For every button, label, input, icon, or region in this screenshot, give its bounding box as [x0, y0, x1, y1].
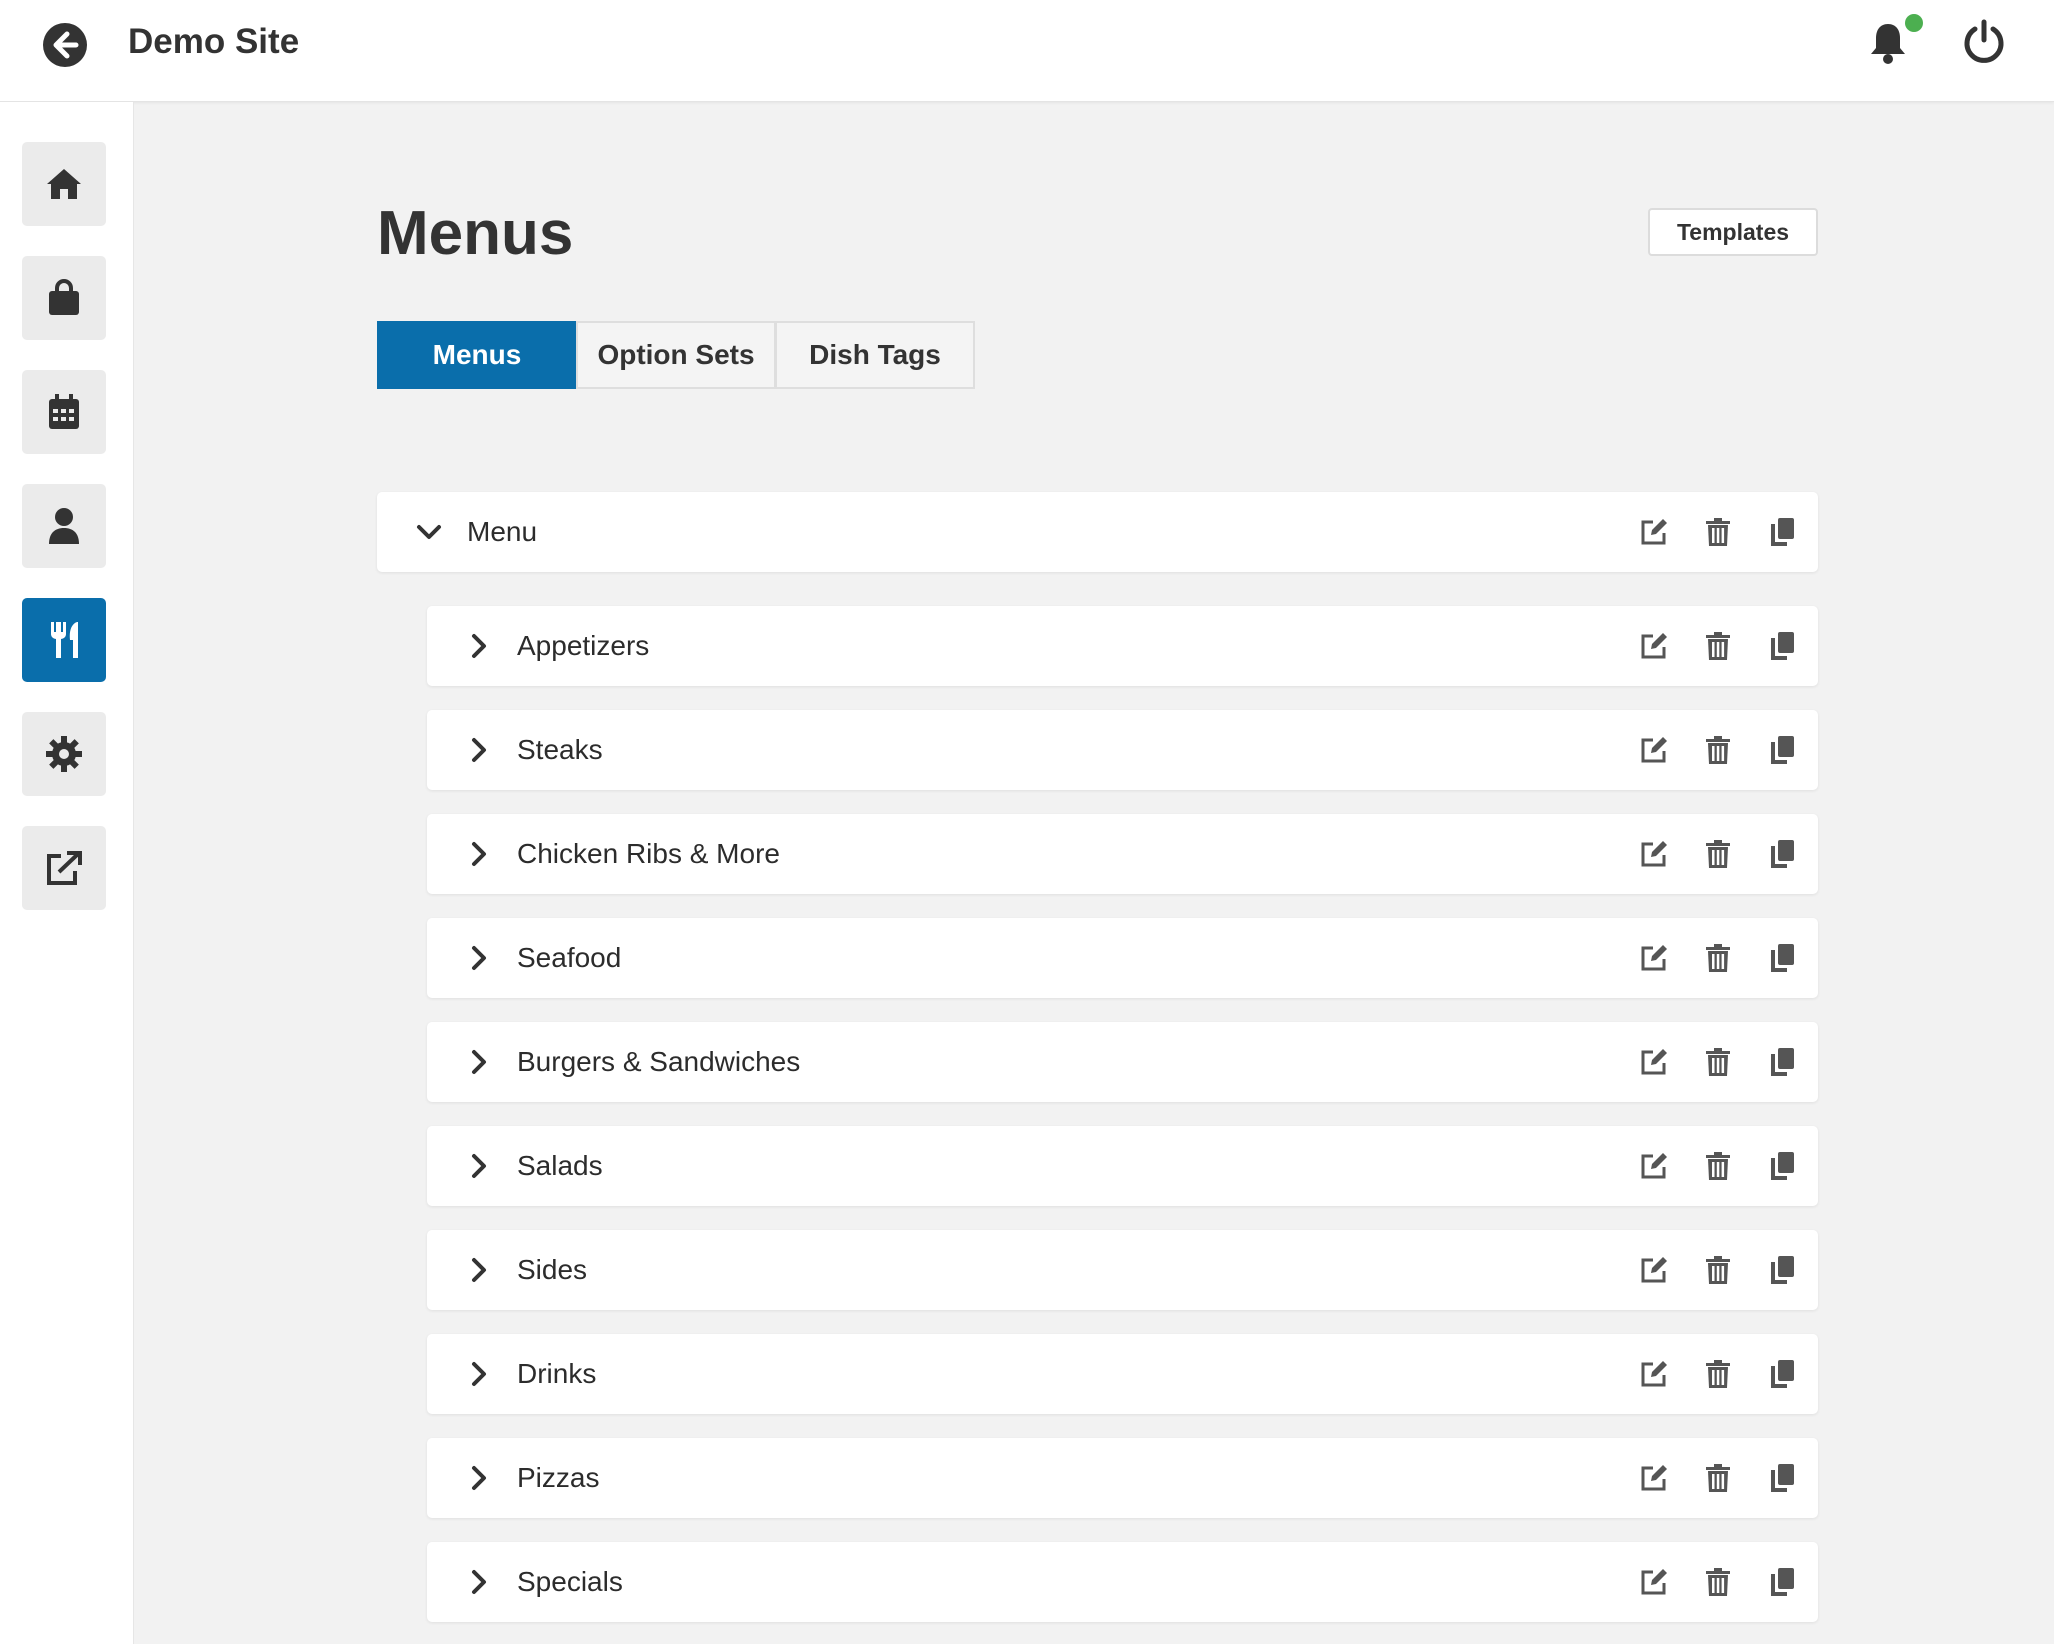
- category-label: Appetizers: [517, 630, 650, 661]
- category-row[interactable]: Pizzas: [427, 1438, 1818, 1518]
- chevron-right-icon[interactable]: [459, 1042, 499, 1082]
- calendar-icon: [49, 394, 79, 429]
- trash-icon[interactable]: [1698, 1354, 1738, 1394]
- edit-icon[interactable]: [1634, 730, 1674, 770]
- category-row[interactable]: Appetizers: [427, 606, 1818, 686]
- edit-icon[interactable]: [1634, 834, 1674, 874]
- sidebar-item-external[interactable]: [22, 826, 106, 910]
- category-label: Steaks: [517, 734, 603, 765]
- power-icon[interactable]: [1960, 18, 2008, 66]
- chevron-right-icon[interactable]: [459, 1458, 499, 1498]
- category-label: Pizzas: [517, 1462, 600, 1493]
- edit-icon[interactable]: [1634, 1250, 1674, 1290]
- chevron-right-icon[interactable]: [459, 1562, 499, 1602]
- category-row[interactable]: Chicken Ribs & More: [427, 814, 1818, 894]
- copy-icon[interactable]: [1762, 1250, 1802, 1290]
- sidebar: [0, 102, 134, 1644]
- sidebar-item-calendar[interactable]: [22, 370, 106, 454]
- sidebar-item-customers[interactable]: [22, 484, 106, 568]
- external-link-icon: [47, 851, 82, 885]
- menu-row-label: Menu: [467, 516, 538, 547]
- home-icon: [47, 169, 81, 199]
- copy-icon[interactable]: [1762, 730, 1802, 770]
- category-label: Chicken Ribs & More: [517, 838, 780, 869]
- edit-icon[interactable]: [1634, 1042, 1674, 1082]
- category-label: Drinks: [517, 1358, 597, 1389]
- category-row[interactable]: Drinks: [427, 1334, 1818, 1414]
- trash-icon[interactable]: [1698, 834, 1738, 874]
- chevron-down-icon[interactable]: [409, 512, 449, 552]
- trash-icon[interactable]: [1698, 1458, 1738, 1498]
- category-label: Specials: [517, 1566, 623, 1597]
- menu-row[interactable]: Menu: [377, 492, 1818, 572]
- sidebar-item-orders[interactable]: [22, 256, 106, 340]
- copy-icon[interactable]: [1762, 512, 1802, 552]
- trash-icon[interactable]: [1698, 512, 1738, 552]
- trash-icon[interactable]: [1698, 938, 1738, 978]
- tab-menus[interactable]: Menus: [377, 321, 577, 389]
- chevron-right-icon[interactable]: [459, 730, 499, 770]
- category-label: Salads: [517, 1150, 603, 1181]
- trash-icon[interactable]: [1698, 1042, 1738, 1082]
- copy-icon[interactable]: [1762, 1042, 1802, 1082]
- templates-button[interactable]: Templates: [1648, 208, 1818, 256]
- trash-icon[interactable]: [1698, 730, 1738, 770]
- copy-icon[interactable]: [1762, 938, 1802, 978]
- edit-icon[interactable]: [1634, 1354, 1674, 1394]
- user-icon: [49, 508, 79, 544]
- edit-icon[interactable]: [1634, 626, 1674, 666]
- category-label: Burgers & Sandwiches: [517, 1046, 801, 1077]
- edit-icon[interactable]: [1634, 512, 1674, 552]
- copy-icon[interactable]: [1762, 834, 1802, 874]
- copy-icon[interactable]: [1762, 1458, 1802, 1498]
- edit-icon[interactable]: [1634, 938, 1674, 978]
- back-arrow-icon[interactable]: [40, 20, 90, 70]
- gear-icon: [46, 736, 82, 772]
- category-row[interactable]: Burgers & Sandwiches: [427, 1022, 1818, 1102]
- sidebar-item-menus[interactable]: [22, 598, 106, 682]
- tab-dish-tags[interactable]: Dish Tags: [775, 321, 975, 389]
- edit-icon[interactable]: [1634, 1146, 1674, 1186]
- category-row[interactable]: Sides: [427, 1230, 1818, 1310]
- category-row[interactable]: Steaks: [427, 710, 1818, 790]
- copy-icon[interactable]: [1762, 626, 1802, 666]
- tab-bar: Menus Option Sets Dish Tags: [377, 321, 975, 389]
- chevron-right-icon[interactable]: [459, 834, 499, 874]
- trash-icon[interactable]: [1698, 1250, 1738, 1290]
- chevron-right-icon[interactable]: [459, 1250, 499, 1290]
- edit-icon[interactable]: [1634, 1458, 1674, 1498]
- category-row[interactable]: Salads: [427, 1126, 1818, 1206]
- chevron-right-icon[interactable]: [459, 1146, 499, 1186]
- chevron-right-icon[interactable]: [459, 626, 499, 666]
- trash-icon[interactable]: [1698, 1146, 1738, 1186]
- top-bar: Demo Site: [0, 0, 2054, 102]
- sidebar-item-home[interactable]: [22, 142, 106, 226]
- copy-icon[interactable]: [1762, 1354, 1802, 1394]
- copy-icon[interactable]: [1762, 1562, 1802, 1602]
- tab-option-sets[interactable]: Option Sets: [576, 321, 776, 389]
- category-row[interactable]: Specials: [427, 1542, 1818, 1622]
- copy-icon[interactable]: [1762, 1146, 1802, 1186]
- chevron-right-icon[interactable]: [459, 1354, 499, 1394]
- page-title: Menus: [377, 199, 574, 268]
- site-title: Demo Site: [128, 22, 300, 61]
- trash-icon[interactable]: [1698, 1562, 1738, 1602]
- category-label: Sides: [517, 1254, 588, 1285]
- chevron-right-icon[interactable]: [459, 938, 499, 978]
- online-status-indicator: [1905, 14, 1923, 32]
- category-row[interactable]: Seafood: [427, 918, 1818, 998]
- sidebar-item-settings[interactable]: [22, 712, 106, 796]
- edit-icon[interactable]: [1634, 1562, 1674, 1602]
- utensils-icon: [51, 622, 78, 658]
- shopping-bag-icon: [49, 279, 79, 315]
- category-label: Seafood: [517, 942, 622, 973]
- trash-icon[interactable]: [1698, 626, 1738, 666]
